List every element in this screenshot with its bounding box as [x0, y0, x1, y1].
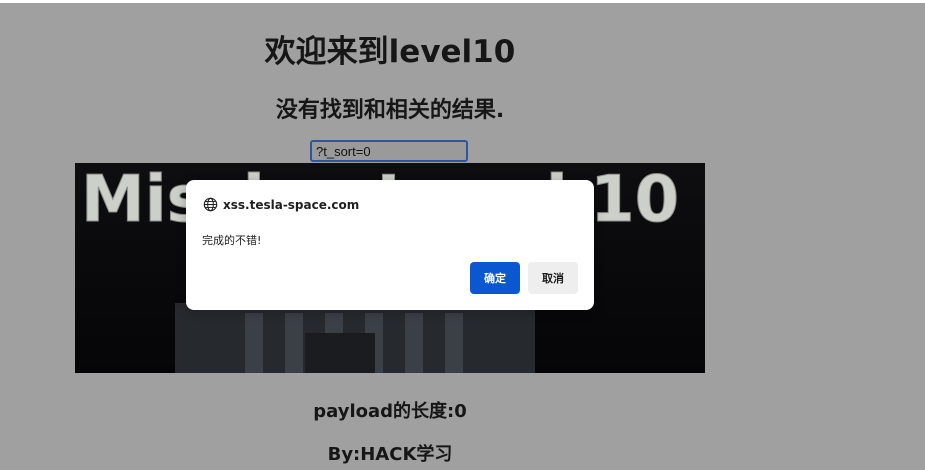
page-title: 欢迎来到level10 [264, 34, 516, 70]
result-message: 没有找到和相关的结果. [275, 98, 505, 123]
alert-dialog: xss.tesla-space.com 完成的不错! 确定 取消 [186, 180, 594, 310]
byline: By:HACK学习 [327, 444, 453, 465]
globe-icon [203, 197, 218, 212]
confirm-button[interactable]: 确定 [470, 262, 520, 294]
dialog-message: 完成的不错! [202, 234, 262, 247]
dialog-origin: xss.tesla-space.com [203, 197, 359, 212]
cancel-button[interactable]: 取消 [528, 262, 578, 294]
search-input[interactable] [310, 140, 468, 162]
payload-length: payload的长度:0 [313, 401, 467, 422]
dialog-origin-text: xss.tesla-space.com [223, 197, 360, 212]
